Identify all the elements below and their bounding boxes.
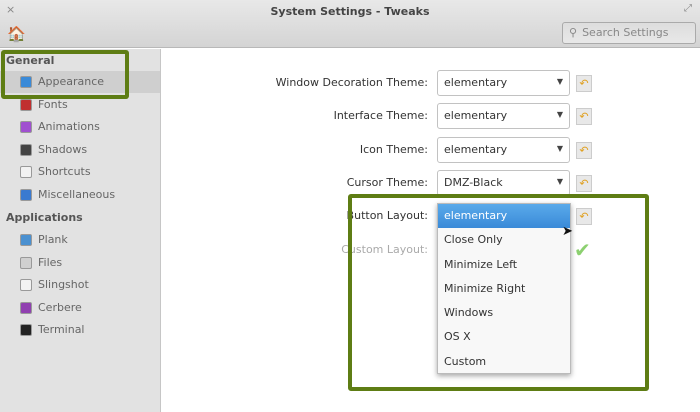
sidebar-item-label: Slingshot bbox=[38, 278, 89, 292]
shadows-icon bbox=[20, 143, 32, 156]
files-icon bbox=[20, 256, 32, 269]
sidebar-item-label: Fonts bbox=[38, 97, 68, 111]
icon-theme-combo[interactable]: elementary ▼ bbox=[437, 137, 570, 163]
revert-icon[interactable]: ↶ bbox=[576, 142, 592, 159]
window-decoration-theme-combo[interactable]: elementary ▼ bbox=[437, 70, 570, 96]
chevron-down-icon: ▼ bbox=[556, 110, 563, 119]
maximize-icon[interactable]: ⤢ bbox=[684, 3, 692, 14]
chevron-down-icon: ▼ bbox=[556, 144, 563, 153]
sidebar-item-label: Files bbox=[38, 255, 63, 269]
sidebar-item-label: Cerbere bbox=[38, 300, 82, 314]
home-icon[interactable]: 🏠 bbox=[7, 25, 26, 43]
animations-icon bbox=[20, 121, 32, 134]
shortcuts-icon bbox=[20, 166, 32, 179]
combo-value: elementary bbox=[444, 109, 508, 122]
revert-icon[interactable]: ↶ bbox=[576, 108, 592, 125]
chevron-down-icon: ▼ bbox=[556, 77, 563, 86]
combo-value: elementary bbox=[444, 76, 508, 89]
sidebar-item-label: Plank bbox=[38, 233, 68, 246]
fonts-icon bbox=[20, 98, 32, 111]
cursor-theme-label: Cursor Theme: bbox=[346, 176, 428, 189]
revert-icon[interactable]: ↶ bbox=[576, 175, 592, 192]
sidebar-item-cerbere[interactable]: Cerbere bbox=[0, 297, 160, 319]
combo-value: elementary bbox=[444, 143, 508, 156]
sidebar-item-files[interactable]: Files bbox=[0, 252, 160, 274]
sidebar-item-label: Shadows bbox=[38, 142, 88, 156]
combo-value: DMZ-Black bbox=[444, 176, 503, 189]
sidebar-item-animations[interactable]: Animations bbox=[0, 116, 160, 138]
title-bar: × System Settings - Tweaks ⤢ 🏠 ⚲ Search S… bbox=[0, 0, 700, 48]
sidebar-item-label: Terminal bbox=[38, 323, 85, 337]
category-applications: Applications bbox=[6, 211, 83, 224]
window-title: System Settings - Tweaks bbox=[270, 5, 430, 18]
highlight-box-button-layout bbox=[348, 194, 649, 391]
chevron-down-icon: ▼ bbox=[556, 177, 563, 186]
sidebar-item-plank[interactable]: Plank bbox=[0, 229, 160, 251]
search-icon: ⚲ bbox=[569, 26, 578, 39]
interface-theme-label: Interface Theme: bbox=[333, 109, 428, 122]
sidebar-item-label: Shortcuts bbox=[38, 165, 91, 179]
cerbere-icon bbox=[20, 301, 32, 314]
sidebar-item-terminal[interactable]: Terminal bbox=[0, 319, 160, 341]
cursor-theme-combo[interactable]: DMZ-Black ▼ bbox=[437, 170, 570, 196]
plank-icon bbox=[20, 234, 32, 246]
sidebar-item-shadows[interactable]: Shadows bbox=[0, 139, 160, 161]
sidebar-item-shortcuts[interactable]: Shortcuts bbox=[0, 161, 160, 183]
sidebar-item-label: Miscellaneous bbox=[38, 188, 116, 201]
sidebar-item-miscellaneous[interactable]: Miscellaneous bbox=[0, 184, 160, 206]
search-input[interactable]: ⚲ Search Settings bbox=[562, 22, 696, 44]
revert-icon[interactable]: ↶ bbox=[576, 75, 592, 92]
sidebar-item-label: Animations bbox=[38, 120, 100, 134]
slingshot-icon bbox=[20, 279, 32, 292]
miscellaneous-icon bbox=[20, 189, 32, 201]
highlight-box-appearance bbox=[1, 50, 129, 99]
sidebar: General Appearance Fonts Animations Shadows… bbox=[0, 49, 161, 412]
window-decoration-theme-label: Window Decoration Theme: bbox=[275, 76, 428, 89]
terminal-icon bbox=[20, 324, 32, 337]
search-placeholder: Search Settings bbox=[582, 26, 669, 39]
interface-theme-combo[interactable]: elementary ▼ bbox=[437, 103, 570, 129]
icon-theme-label: Icon Theme: bbox=[359, 143, 428, 156]
sidebar-item-slingshot[interactable]: Slingshot bbox=[0, 274, 160, 296]
